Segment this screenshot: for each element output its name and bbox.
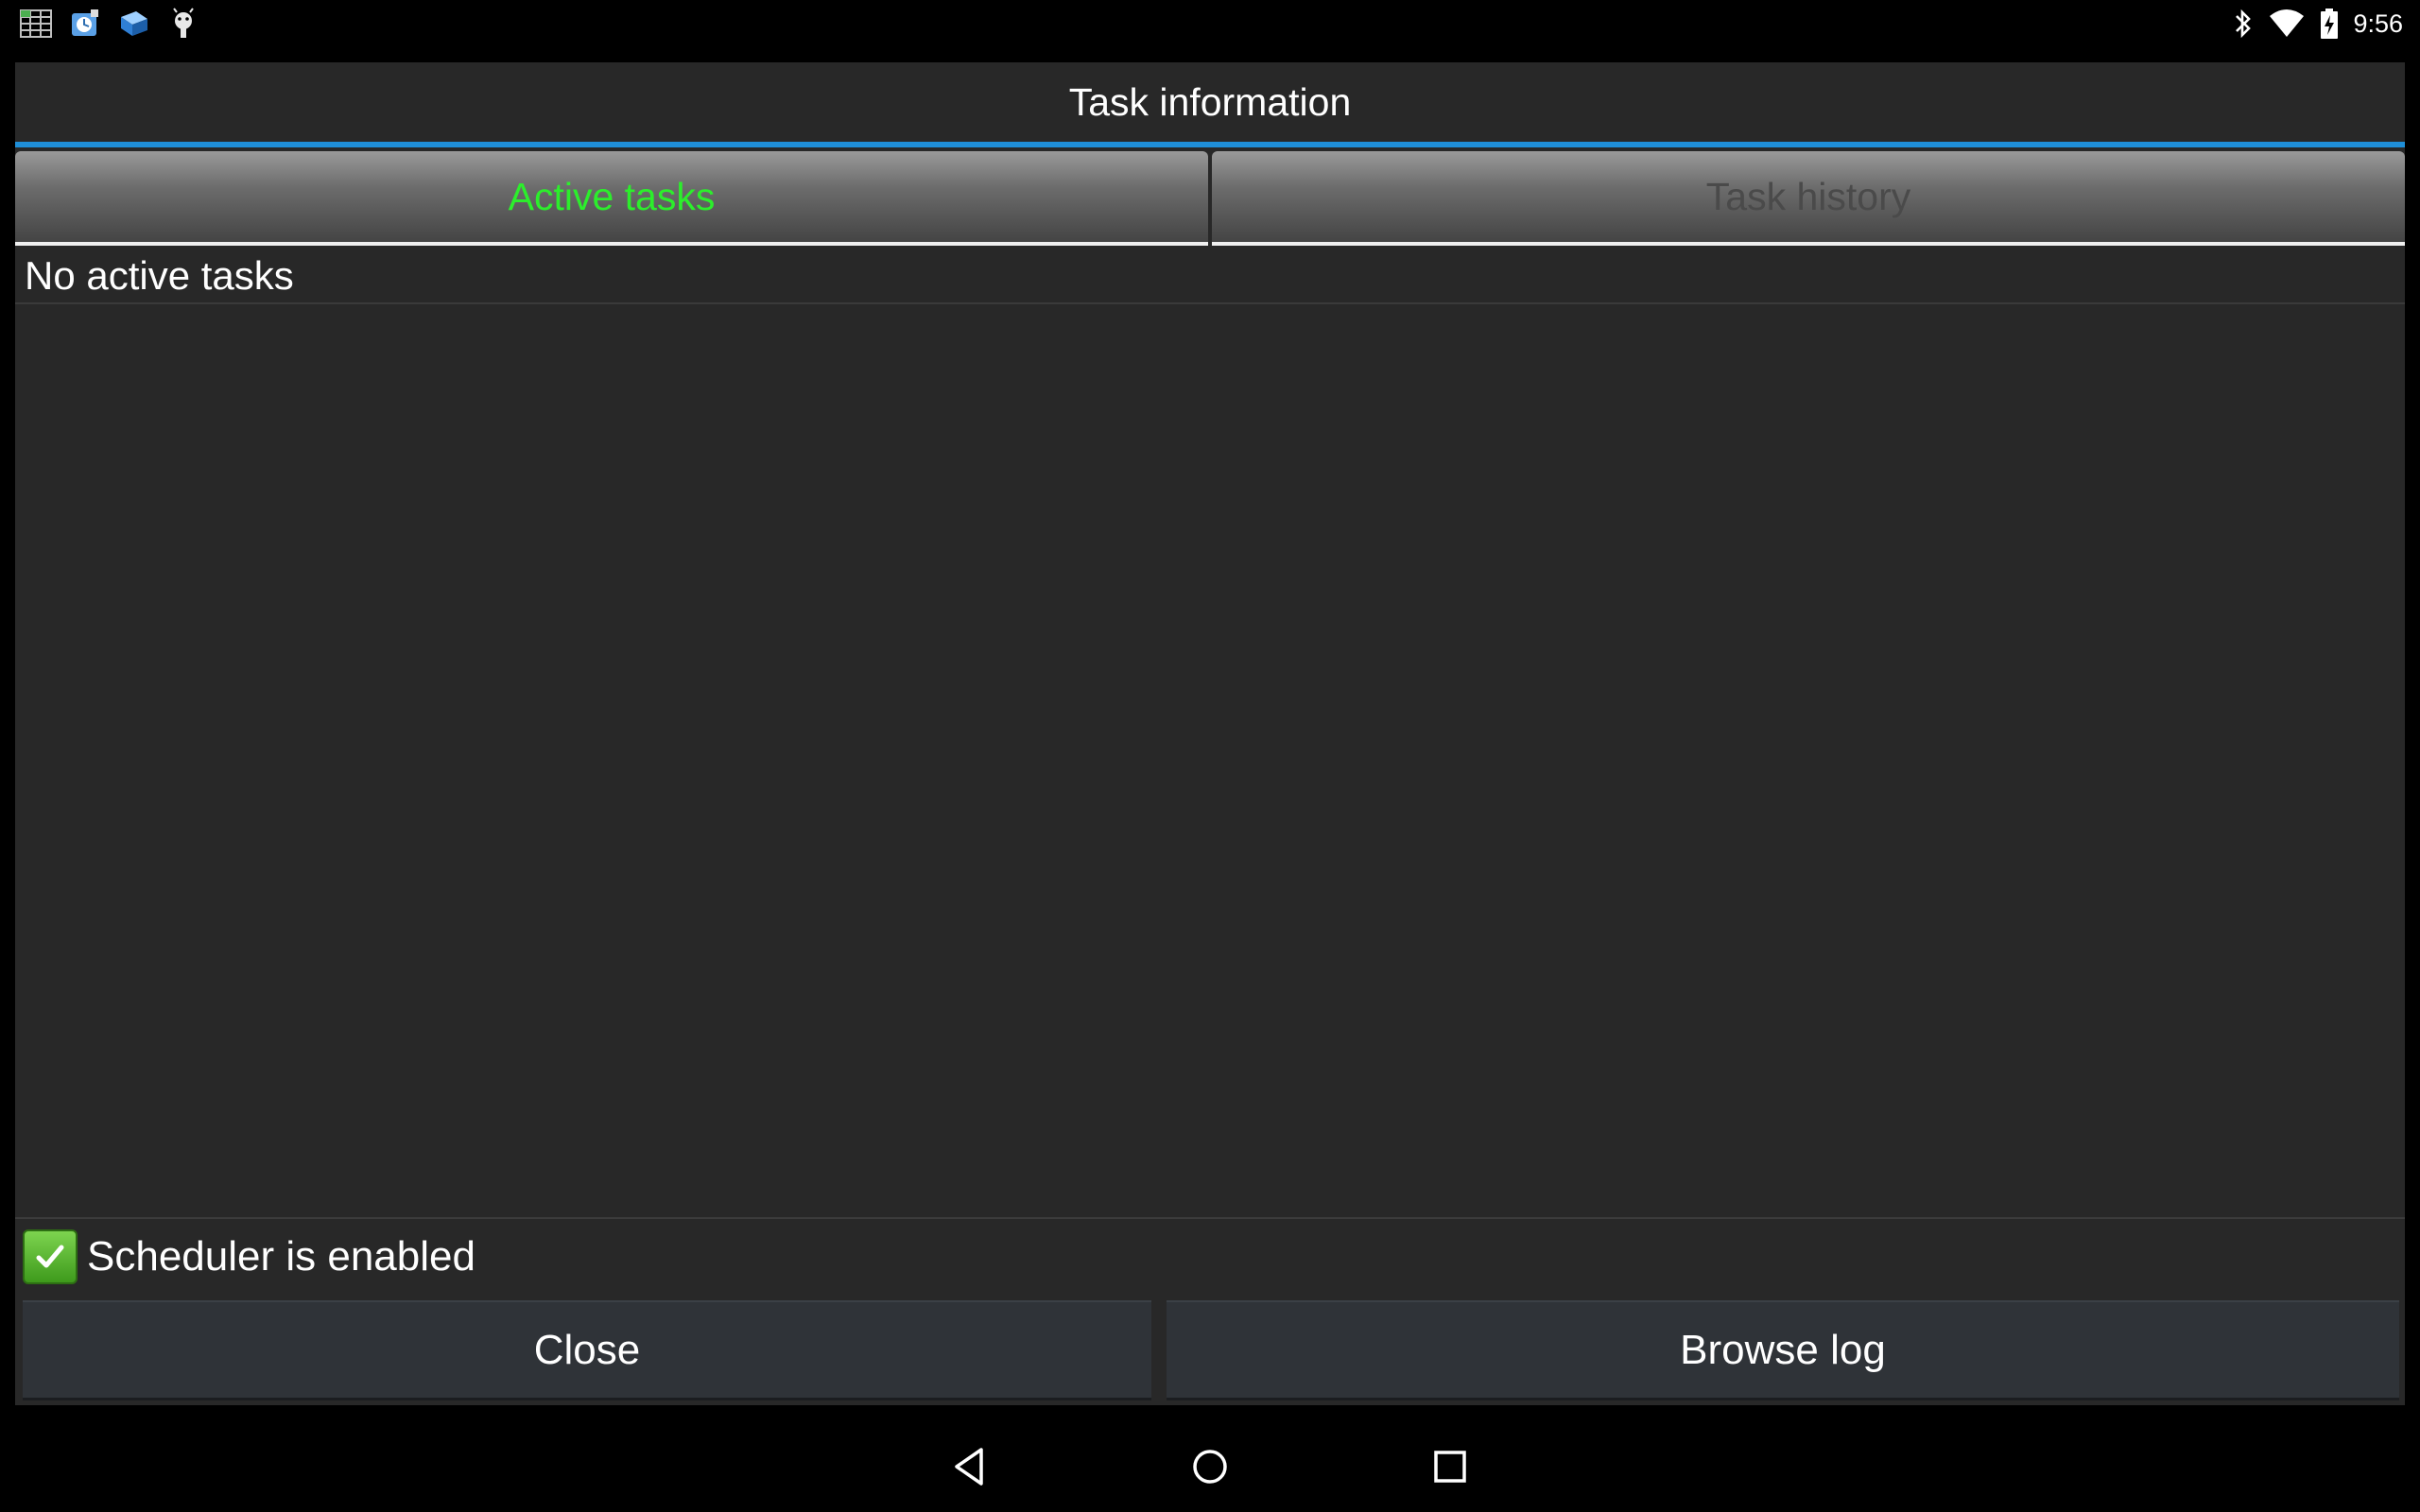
system-status: 9:56 bbox=[2232, 6, 2403, 42]
android-debug-icon bbox=[173, 8, 194, 38]
task-information-dialog: Task information Active tasks Task histo… bbox=[15, 62, 2405, 1405]
spreadsheet-icon bbox=[20, 9, 52, 38]
app-icon bbox=[72, 9, 98, 36]
navigation-bar bbox=[0, 1421, 2420, 1512]
clock: 9:56 bbox=[2353, 9, 2403, 38]
bluetooth-icon bbox=[2236, 9, 2252, 39]
scheduler-label: Scheduler is enabled bbox=[87, 1233, 475, 1280]
empty-list-message: No active tasks bbox=[15, 249, 2405, 304]
recents-icon[interactable] bbox=[1426, 1442, 1475, 1491]
tab-task-history[interactable]: Task history bbox=[1212, 151, 2405, 246]
home-icon[interactable] bbox=[1185, 1442, 1235, 1491]
notification-icons bbox=[19, 8, 200, 40]
wifi-icon bbox=[2270, 9, 2305, 37]
app-icon-2 bbox=[121, 11, 147, 36]
tab-active-tasks[interactable]: Active tasks bbox=[15, 151, 1208, 246]
checkmark-icon bbox=[36, 1245, 64, 1268]
status-bar: 9:56 bbox=[0, 0, 2420, 47]
scheduler-toggle[interactable]: Scheduler is enabled bbox=[23, 1227, 475, 1287]
back-icon[interactable] bbox=[945, 1442, 994, 1491]
close-button[interactable]: Close bbox=[23, 1300, 1151, 1400]
task-list bbox=[15, 306, 2405, 1219]
title-divider bbox=[15, 142, 2405, 147]
battery-charging-icon bbox=[2321, 9, 2339, 39]
dialog-title: Task information bbox=[15, 62, 2405, 142]
browse-log-button[interactable]: Browse log bbox=[1167, 1300, 2399, 1400]
scheduler-checkbox[interactable] bbox=[23, 1229, 78, 1284]
